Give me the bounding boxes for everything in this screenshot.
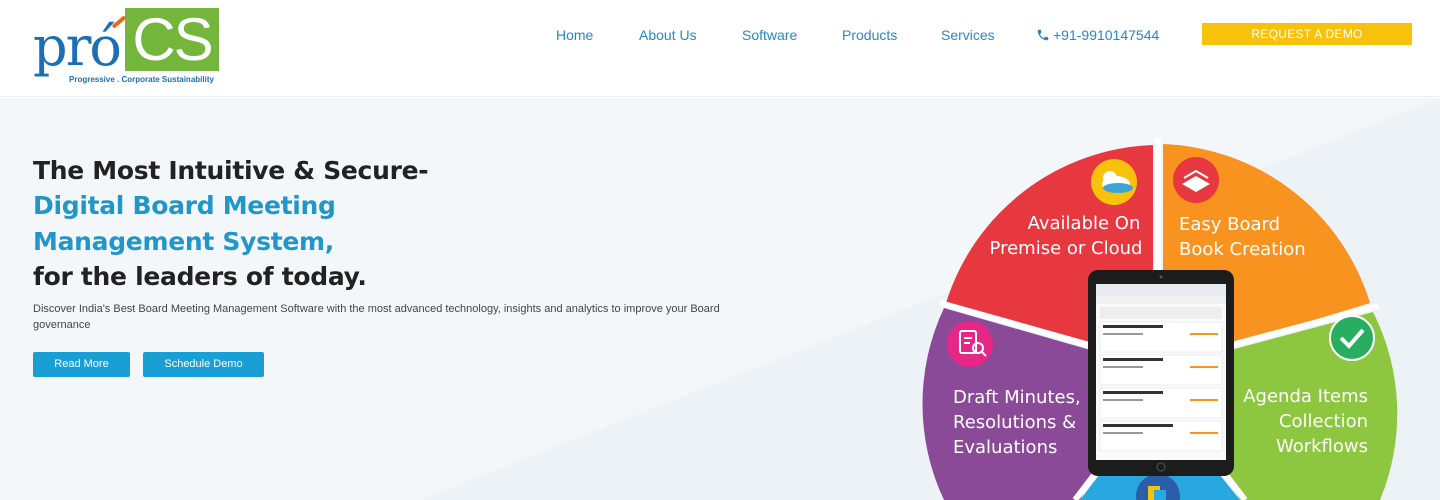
cloud-icon: [1091, 159, 1137, 205]
read-more-button[interactable]: Read More: [33, 352, 130, 377]
segment-cloud-line1: Available On: [1028, 213, 1141, 234]
segment-book-line1: Easy Board: [1179, 214, 1280, 235]
schedule-demo-button[interactable]: Schedule Demo: [143, 352, 264, 377]
segment-book-line2: Book Creation: [1179, 239, 1306, 260]
tablet-mockup: [1088, 270, 1234, 476]
nav-software[interactable]: Software: [742, 25, 797, 45]
segment-minutes-line1: Draft Minutes,: [953, 387, 1081, 408]
book-icon: [1173, 157, 1219, 203]
document-search-icon: [947, 321, 993, 367]
procs-logo[interactable]: pró CS Progressive . Corporate Sustainab…: [33, 7, 223, 87]
nav-home[interactable]: Home: [556, 25, 593, 45]
nav-about-us[interactable]: About Us: [639, 25, 697, 45]
phone-number: +91-9910147544: [1053, 27, 1160, 43]
segment-agenda-line1: Agenda Items: [1243, 386, 1368, 407]
feature-wheel: Available On Premise or Cloud Easy Board…: [922, 138, 1398, 500]
logo-tagline: Progressive . Corporate Sustainability: [69, 75, 214, 84]
checkmark-icon: [1329, 315, 1375, 361]
segment-minutes-line3: Evaluations: [953, 437, 1057, 458]
nav-services[interactable]: Services: [941, 25, 995, 45]
segment-minutes-line2: Resolutions &: [953, 412, 1076, 433]
hero-heading-line1: The Most Intuitive & Secure-: [33, 156, 429, 185]
hero-heading-line4: for the leaders of today.: [33, 262, 367, 291]
hero-subtitle: Discover India's Best Board Meeting Mana…: [33, 303, 720, 331]
phone-icon: [1037, 29, 1049, 41]
logo-pro-text: pró: [33, 15, 122, 78]
segment-agenda-line3: Workflows: [1276, 436, 1368, 457]
hero-heading-line3: Management System,: [33, 227, 334, 256]
phone-link[interactable]: +91-9910147544: [1036, 25, 1159, 45]
request-demo-button[interactable]: REQUEST A DEMO: [1202, 23, 1412, 45]
segment-agenda-line2: Collection: [1279, 411, 1368, 432]
hero-section: The Most Intuitive & Secure- Digital Boa…: [0, 98, 1440, 500]
segment-cloud-line2: Premise or Cloud: [990, 238, 1143, 259]
site-header: pró CS Progressive . Corporate Sustainab…: [0, 0, 1440, 97]
nav-products[interactable]: Products: [842, 25, 897, 45]
logo-cs-box: CS: [125, 6, 219, 73]
hero-heading-line2: Digital Board Meeting: [33, 191, 336, 220]
logo-cs-text: CS: [132, 6, 213, 73]
